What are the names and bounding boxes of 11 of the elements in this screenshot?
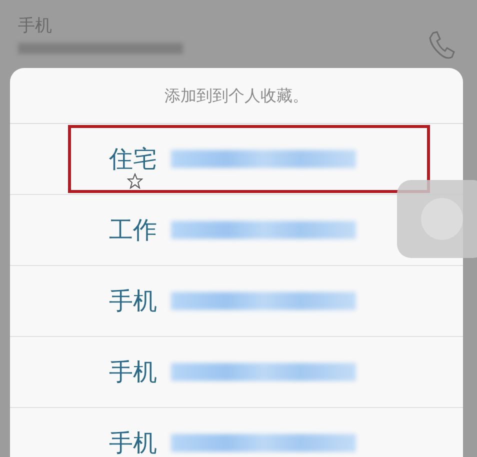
phone-type-label: 工作 (109, 215, 157, 246)
sheet-title: 添加到到个人收藏。 (10, 68, 463, 124)
phone-option[interactable]: 手机 (10, 266, 463, 337)
phone-type-label: 手机 (109, 286, 157, 317)
phone-type-label: 手机 (109, 428, 157, 457)
phone-option[interactable]: 手机 (10, 408, 463, 457)
assistive-touch-overlay[interactable] (397, 180, 477, 258)
phone-option[interactable]: 手机 (10, 337, 463, 408)
phone-type-label: 手机 (109, 357, 157, 388)
phone-type-label: 住宅 (109, 144, 157, 175)
phone-icon[interactable] (427, 30, 455, 60)
